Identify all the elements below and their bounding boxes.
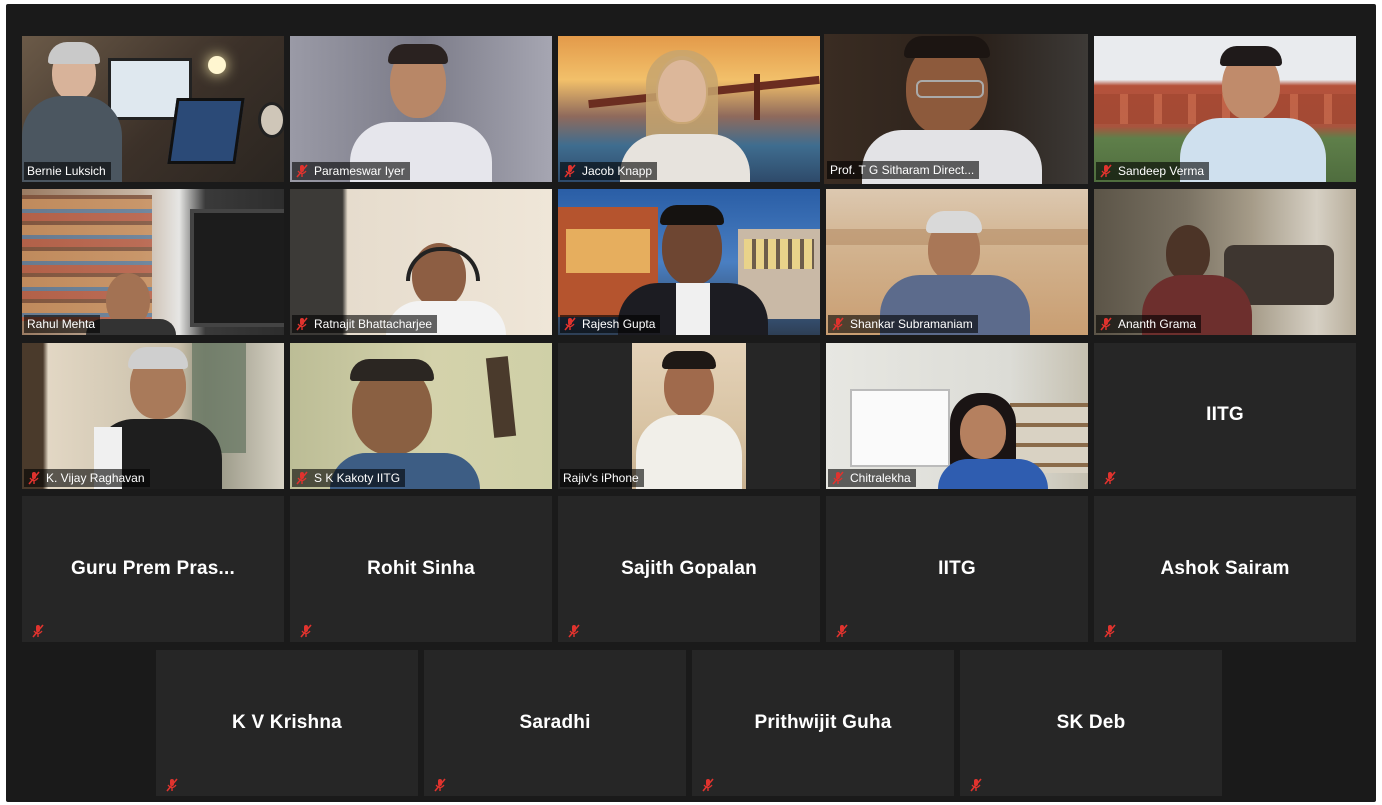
- participant-name: Ashok Sairam: [1160, 558, 1290, 579]
- participant-video: [632, 343, 746, 489]
- participant-name: Chitralekha: [850, 471, 911, 485]
- participant-name-label: Shankar Subramaniam: [828, 315, 978, 333]
- participant-name: S K Kakoty IITG: [314, 471, 401, 485]
- mic-muted-icon: [836, 624, 848, 638]
- participant-name: Parameswar Iyer: [314, 164, 405, 178]
- participant-tile[interactable]: Chitralekha: [826, 343, 1088, 489]
- participant-name: Rahul Mehta: [27, 317, 96, 331]
- participant-name-label: S K Kakoty IITG: [292, 469, 406, 487]
- participant-name: Rajiv's iPhone: [563, 471, 639, 485]
- participant-video: [826, 189, 1088, 335]
- participant-name: Sajith Gopalan: [621, 558, 757, 579]
- mic-muted-icon: [434, 778, 446, 792]
- participant-video: [826, 343, 1088, 489]
- participant-video: [22, 189, 284, 335]
- participant-name: Ratnajit Bhattacharjee: [314, 317, 433, 331]
- participant-name: Rohit Sinha: [367, 558, 475, 579]
- participant-tile[interactable]: Rajesh Gupta: [558, 189, 820, 335]
- participant-tile-active-speaker[interactable]: Prof. T G Sitharam Direct...: [824, 34, 1088, 184]
- participant-name: IITG: [938, 558, 976, 579]
- participant-tile[interactable]: K. Vijay Raghavan: [22, 343, 284, 489]
- participant-name: SK Deb: [1056, 712, 1126, 733]
- participant-name-label: Rahul Mehta: [24, 315, 101, 333]
- participant-video: [22, 343, 284, 489]
- mic-muted-icon: [832, 317, 844, 331]
- mic-muted-icon: [1104, 471, 1116, 485]
- participant-name: Rajesh Gupta: [582, 317, 656, 331]
- participant-name-label: Parameswar Iyer: [292, 162, 410, 180]
- participant-video: [22, 36, 284, 182]
- mic-muted-icon: [564, 317, 576, 331]
- mic-muted-icon: [28, 471, 40, 485]
- participant-name-label: Ananth Grama: [1096, 315, 1202, 333]
- mic-muted-icon: [1100, 164, 1112, 178]
- participant-tile[interactable]: S K Kakoty IITG: [290, 343, 552, 489]
- mic-muted-icon: [296, 164, 308, 178]
- participant-name: K. Vijay Raghavan: [46, 471, 145, 485]
- mic-muted-icon: [300, 624, 312, 638]
- participant-tile[interactable]: Sandeep Verma: [1094, 36, 1356, 182]
- participant-tile[interactable]: Parameswar Iyer: [290, 36, 552, 182]
- participant-name: Jacob Knapp: [582, 164, 653, 178]
- participant-name: Prof. T G Sitharam Direct...: [830, 163, 975, 177]
- mic-muted-icon: [564, 164, 576, 178]
- participant-video: [1094, 36, 1356, 182]
- mic-muted-icon: [166, 778, 178, 792]
- mic-muted-icon: [1100, 317, 1112, 331]
- participant-tile[interactable]: Ratnajit Bhattacharjee: [290, 189, 552, 335]
- participant-tile[interactable]: IITG: [826, 496, 1088, 642]
- participant-tile[interactable]: Saradhi: [424, 650, 686, 796]
- participant-name-label: Sandeep Verma: [1096, 162, 1210, 180]
- participant-name-label: Ratnajit Bhattacharjee: [292, 315, 438, 333]
- participant-tile[interactable]: K V Krishna: [156, 650, 418, 796]
- participant-tile[interactable]: Guru Prem Pras...: [22, 496, 284, 642]
- mic-muted-icon: [832, 471, 844, 485]
- participant-name-label: Chitralekha: [828, 469, 916, 487]
- participant-tile[interactable]: Rahul Mehta: [22, 189, 284, 335]
- participant-tile[interactable]: SK Deb: [960, 650, 1222, 796]
- participant-video: [1094, 189, 1356, 335]
- participant-video: [290, 343, 552, 489]
- participant-name: Shankar Subramaniam: [850, 317, 973, 331]
- mic-muted-icon: [296, 317, 308, 331]
- gallery-view: Bernie Luksich Parameswar Iyer Jacob Kna…: [6, 4, 1376, 802]
- participant-tile[interactable]: Rajiv's iPhone: [558, 343, 820, 489]
- participant-tile[interactable]: Jacob Knapp: [558, 36, 820, 182]
- participant-tile[interactable]: Prithwijit Guha: [692, 650, 954, 796]
- participant-name: K V Krishna: [232, 712, 342, 733]
- participant-name: Guru Prem Pras...: [71, 558, 235, 579]
- participant-tile[interactable]: Shankar Subramaniam: [826, 189, 1088, 335]
- participant-video: [558, 189, 820, 335]
- participant-name-label: Bernie Luksich: [24, 162, 111, 180]
- participant-tile[interactable]: Ashok Sairam: [1094, 496, 1356, 642]
- participant-name: Bernie Luksich: [27, 164, 106, 178]
- participant-video: [290, 36, 552, 182]
- participant-video: [290, 189, 552, 335]
- participant-video: [558, 36, 820, 182]
- participant-name-label: Rajesh Gupta: [560, 315, 661, 333]
- participant-name-label: Prof. T G Sitharam Direct...: [827, 161, 980, 179]
- mic-muted-icon: [702, 778, 714, 792]
- participant-name: Saradhi: [519, 712, 591, 733]
- participant-name: Prithwijit Guha: [754, 712, 892, 733]
- participant-tile[interactable]: Bernie Luksich: [22, 36, 284, 182]
- mic-muted-icon: [32, 624, 44, 638]
- participant-name: Ananth Grama: [1118, 317, 1197, 331]
- participant-name-label: Rajiv's iPhone: [560, 469, 644, 487]
- participant-name: IITG: [1206, 404, 1244, 425]
- participant-tile[interactable]: Rohit Sinha: [290, 496, 552, 642]
- participant-tile[interactable]: Sajith Gopalan: [558, 496, 820, 642]
- mic-muted-icon: [296, 471, 308, 485]
- mic-muted-icon: [1104, 624, 1116, 638]
- mic-muted-icon: [970, 778, 982, 792]
- participant-name-label: Jacob Knapp: [560, 162, 658, 180]
- participant-tile[interactable]: Ananth Grama: [1094, 189, 1356, 335]
- participant-name: Sandeep Verma: [1118, 164, 1205, 178]
- mic-muted-icon: [568, 624, 580, 638]
- participant-tile[interactable]: IITG: [1094, 343, 1356, 489]
- participant-name-label: K. Vijay Raghavan: [24, 469, 150, 487]
